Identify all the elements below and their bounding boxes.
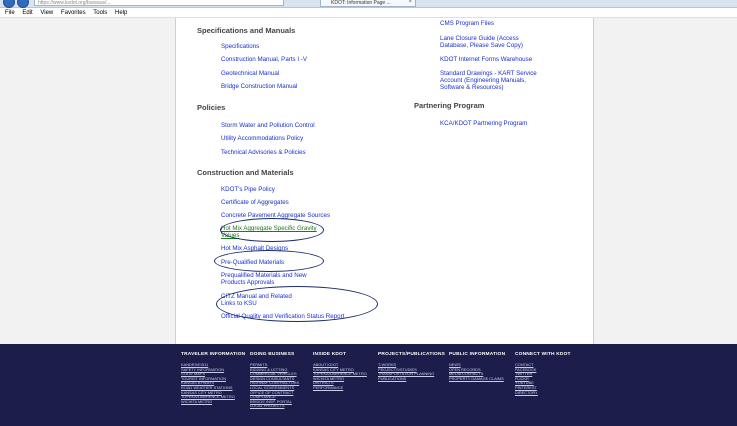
annotation-ellipse-hot-mix: [220, 218, 324, 242]
link-bridge-construction-manual[interactable]: Bridge Construction Manual: [221, 83, 297, 90]
annotation-ellipse-pre-qualified: [214, 250, 324, 272]
footer-col-projects: PROJECTS/PUBLICATIONS T-WORKS PROJECTS/ST…: [378, 352, 445, 381]
link-standard-drawings-2[interactable]: Account (Engineering Manuals,: [440, 77, 526, 84]
address-bar[interactable]: https://www.ksdot.org/bureaus/...: [34, 0, 284, 6]
tab-title: KDOT: Information Page ...: [331, 0, 391, 6]
footer-link[interactable]: WICHITA METRO: [181, 399, 245, 405]
footer-links: PERMITS BIDDING & LETTING COMMERCIAL VEHIC…: [250, 362, 299, 409]
link-cms-program-files[interactable]: CMS Program Files: [440, 20, 494, 27]
footer-link[interactable]: LOCAL PROJECTS: [250, 404, 299, 409]
forward-button[interactable]: [17, 0, 29, 8]
link-forms-warehouse[interactable]: KDOT Internet Forms Warehouse: [440, 56, 532, 63]
footer-heading: TRAVELER INFORMATION: [181, 352, 246, 357]
footer-links: ABOUT KDOT KANSAS CITY METRO TOPEKA/LAWREN…: [313, 362, 367, 391]
menu-favorites[interactable]: Favorites: [61, 8, 86, 18]
link-specifications[interactable]: Specifications: [221, 43, 259, 50]
browser-tab[interactable]: KDOT: Information Page ... ×: [320, 0, 416, 7]
site-footer: TRAVELER INFORMATION KANDRIVE/511 SAFETY …: [0, 344, 737, 426]
footer-link[interactable]: PROPERTY DAMAGE CLAIMS: [449, 376, 505, 382]
footer-links: T-WORKS PROJECTS/STUDIES TRANSPORTATION PL…: [378, 362, 445, 382]
footer-heading: PUBLIC INFORMATION: [449, 352, 506, 357]
browser-toolbar: https://www.ksdot.org/bureaus/... KDOT: …: [0, 0, 737, 8]
right-margin: [593, 18, 737, 344]
tab-close-icon[interactable]: ×: [408, 0, 412, 5]
left-margin: [0, 18, 176, 344]
back-button[interactable]: [3, 0, 15, 8]
menu-edit[interactable]: Edit: [22, 8, 32, 18]
link-pipe-policy[interactable]: KDOT's Pipe Policy: [221, 186, 275, 193]
link-lane-closure-guide-2[interactable]: Database, Please Save Copy): [440, 42, 523, 49]
menu-tools[interactable]: Tools: [93, 8, 107, 18]
menu-view[interactable]: View: [40, 8, 53, 18]
link-utility-accommodations[interactable]: Utility Accommodations Policy: [221, 135, 303, 142]
link-storm-water[interactable]: Storm Water and Pollution Control: [221, 122, 315, 129]
link-standard-drawings-3[interactable]: Software & Resources): [440, 84, 504, 91]
link-construction-manual[interactable]: Construction Manual, Parts I -V: [221, 56, 307, 63]
link-standard-drawings[interactable]: Standard Drawings - KART Service: [440, 70, 537, 77]
footer-link[interactable]: PERFORMANCE: [313, 385, 367, 391]
policies-heading: Policies: [197, 103, 226, 112]
footer-heading: PROJECTS/PUBLICATIONS: [378, 352, 446, 357]
menu-bar: File Edit View Favorites Tools Help: [0, 8, 737, 18]
menu-help[interactable]: Help: [115, 8, 127, 18]
footer-col-business: DOING BUSINESS PERMITS BIDDING & LETTING C…: [250, 352, 299, 409]
link-partnering-program[interactable]: KCA/KDOT Partnering Program: [440, 120, 527, 127]
annotation-ellipse-official-report: [216, 286, 378, 322]
link-prequalified-new-products-2[interactable]: Products Approvals: [221, 279, 274, 286]
footer-links: KANDRIVE/511 SAFETY INFORMATION STATE MAPS…: [181, 362, 245, 405]
footer-link[interactable]: DIRECTORY: [515, 390, 571, 396]
footer-heading: INSIDE KDOT: [313, 352, 347, 357]
footer-links: NEWS OPEN RECORDS MEDIA CONTACTS PROPERTY D…: [449, 362, 505, 382]
link-geotechnical-manual[interactable]: Geotechnical Manual: [221, 70, 279, 77]
footer-col-connect: CONNECT WITH KDOT CONTACT FACEBOOK TWITTER…: [515, 352, 571, 395]
footer-col-inside: INSIDE KDOT ABOUT KDOT KANSAS CITY METRO T…: [313, 352, 367, 391]
partnering-heading: Partnering Program: [414, 101, 485, 110]
page: Specifications and Manuals Specification…: [0, 18, 737, 426]
construction-materials-heading: Construction and Materials: [197, 168, 294, 177]
menu-file[interactable]: File: [5, 8, 15, 18]
link-lane-closure-guide[interactable]: Lane Closure Guide (Access: [440, 35, 519, 42]
specs-heading: Specifications and Manuals: [197, 26, 296, 35]
link-technical-advisories[interactable]: Technical Advisories & Policies: [221, 149, 306, 156]
footer-links: CONTACT FACEBOOK TWITTER FLICKR YOUTUBE PINTE…: [515, 362, 571, 396]
main-content: Specifications and Manuals Specification…: [176, 18, 593, 344]
link-prequalified-new-products[interactable]: Prequalified Materials and New: [221, 272, 307, 279]
footer-col-public: PUBLIC INFORMATION NEWS OPEN RECORDS MEDIA…: [449, 352, 505, 381]
footer-heading: CONNECT WITH KDOT: [515, 352, 571, 357]
footer-link[interactable]: PUBLICATIONS: [378, 376, 445, 382]
footer-col-traveler: TRAVELER INFORMATION KANDRIVE/511 SAFETY …: [181, 352, 245, 404]
footer-heading: DOING BUSINESS: [250, 352, 295, 357]
link-certificate-of-aggregates[interactable]: Certificate of Aggregates: [221, 199, 289, 206]
